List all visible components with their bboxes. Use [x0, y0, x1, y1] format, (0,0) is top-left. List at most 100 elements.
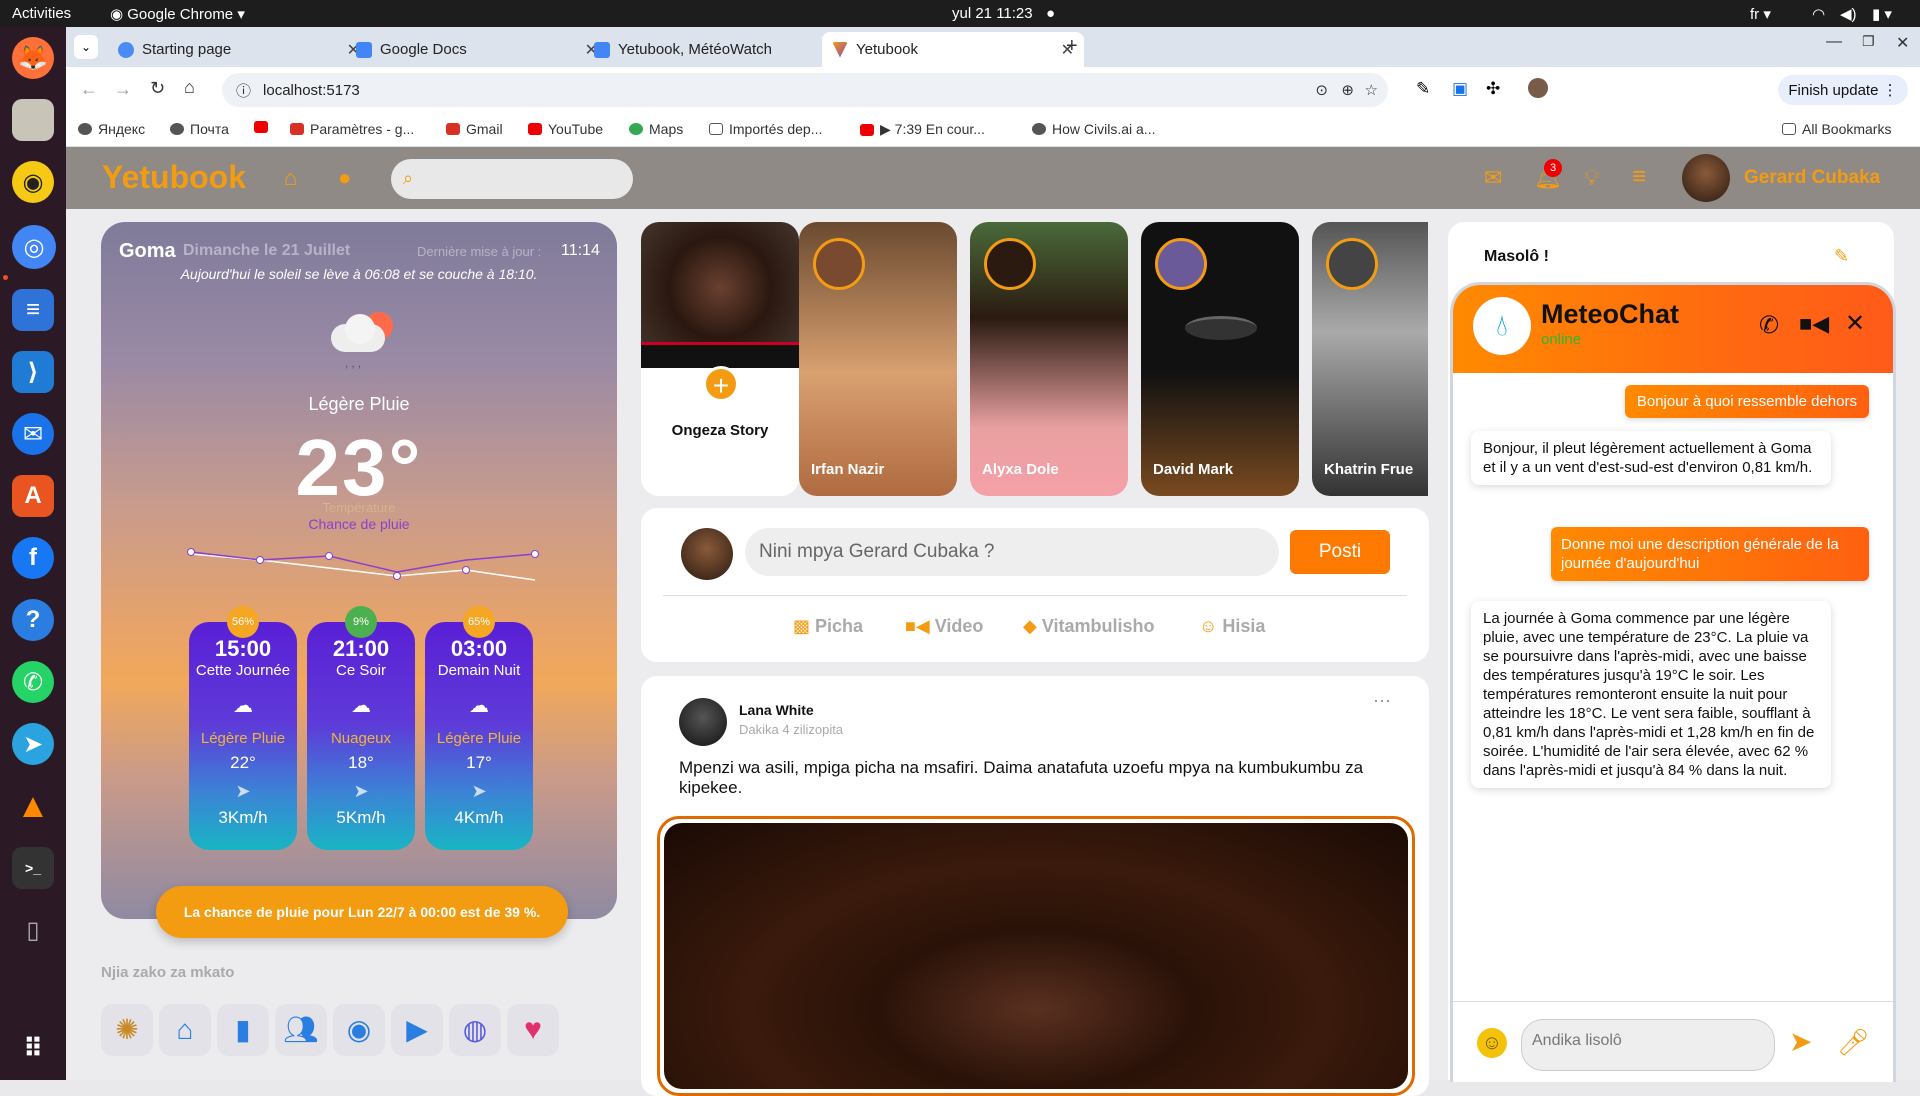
video-call-icon[interactable]: ■◀ [1799, 311, 1829, 337]
thunderbird-icon[interactable]: ✉ [12, 413, 54, 455]
microphone-icon[interactable]: 🎤︎ [1837, 1027, 1870, 1058]
post-button[interactable]: Posti [1290, 530, 1390, 574]
maximize-button[interactable]: ❐ [1862, 33, 1875, 50]
volume-icon[interactable]: ◀) [1840, 5, 1857, 23]
add-story-icon[interactable]: + [703, 366, 739, 402]
home-button[interactable]: ⌂ [184, 77, 195, 98]
wifi-icon[interactable]: ◠ [1812, 5, 1825, 23]
app-logo[interactable]: Yetubook [102, 159, 246, 196]
rhythmbox-icon[interactable]: ◉ [12, 161, 54, 203]
app-grid-icon[interactable]: ⠿ [12, 1027, 54, 1069]
close-chat-icon[interactable]: ✕ [1845, 309, 1865, 338]
bookmark-item[interactable]: YouTube [528, 121, 603, 137]
all-bookmarks[interactable]: All Bookmarks [1782, 121, 1891, 137]
post-options-icon[interactable]: ··· [1373, 690, 1391, 711]
new-tab-button[interactable]: + [1066, 35, 1078, 58]
address-bar[interactable]: ⓘ localhost:5173 ⊙ ⊕ ☆ [222, 73, 1388, 107]
vscode-icon[interactable]: ⟩ [12, 351, 54, 393]
bookmark-youtube-icon-only[interactable] [254, 121, 274, 133]
idea-icon[interactable]: 💡︎ [1584, 165, 1599, 191]
forward-button[interactable]: → [114, 79, 132, 100]
phone-icon[interactable]: ✆ [1759, 311, 1779, 340]
docs-icon[interactable]: ≡ [12, 289, 54, 331]
add-story-card[interactable]: + Ongeza Story [641, 222, 799, 496]
bookmark-item[interactable]: ▶ 7:39 En cour... [860, 121, 985, 138]
files-icon[interactable] [12, 99, 54, 141]
bookmark-item[interactable]: Gmail [446, 121, 503, 137]
heart-icon[interactable]: ♥ [507, 1004, 559, 1056]
tag-action[interactable]: ◆ Vitambulisho [1023, 616, 1155, 637]
gamepad-icon[interactable]: ◍ [449, 1004, 501, 1056]
profile-icon[interactable]: ● [338, 165, 351, 191]
bookmark-item[interactable]: Почта [170, 121, 229, 137]
puzzle-icon[interactable]: ✣ [1486, 79, 1500, 99]
terminal-icon[interactable]: >_ [12, 847, 54, 889]
user-name[interactable]: Gerard Cubaka [1744, 167, 1880, 189]
post-author-avatar[interactable] [679, 698, 727, 746]
forecast-card[interactable]: 03:00 Demain Nuit ☁ Légère Pluie 17° ➤ 4… [425, 622, 533, 850]
close-window-button[interactable]: ✕ [1896, 33, 1909, 53]
tab-google-docs[interactable]: Google Docs ✕ [346, 32, 608, 67]
tab-starting-page[interactable]: Starting page ✕ [108, 32, 370, 67]
usb-icon[interactable]: ▯ [12, 909, 54, 951]
chat-input[interactable]: Andika lisolô [1521, 1019, 1775, 1071]
activities-button[interactable]: Activities [12, 5, 71, 22]
tab-yetubook-meteowatch[interactable]: Yetubook, MétéoWatch✕ [584, 32, 846, 67]
bookmark-item[interactable]: Paramètres - g... [290, 121, 414, 137]
story-card[interactable]: Irfan Nazir [799, 222, 957, 496]
facebook-icon[interactable]: f [12, 537, 54, 579]
reload-button[interactable]: ↻ [150, 78, 165, 99]
minimize-button[interactable]: — [1826, 33, 1842, 51]
vlc-icon[interactable]: ▲ [12, 785, 54, 827]
edit-icon[interactable]: ✎ [1834, 246, 1849, 267]
home-icon[interactable]: ⌂ [284, 165, 297, 191]
story-card[interactable]: David Mark [1141, 222, 1299, 496]
finish-update-button[interactable]: Finish update ⋮ [1778, 75, 1908, 105]
back-button[interactable]: ← [80, 79, 98, 100]
clock[interactable]: yul 21 11:23 [952, 5, 1033, 22]
bookmark-item[interactable]: Maps [629, 121, 683, 137]
language-indicator[interactable]: fr ▾ [1750, 5, 1771, 23]
pen-extension-icon[interactable]: ✎ [1416, 79, 1430, 99]
tab-yetubook[interactable]: Yetubook ✕ [822, 32, 1084, 67]
feeling-action[interactable]: ☺ Hisia [1199, 616, 1265, 637]
forecast-card[interactable]: 15:00 Cette Journée ☁ Légère Pluie 22° ➤… [189, 622, 297, 850]
messages-icon[interactable]: ✉ [1484, 165, 1502, 191]
bookmark-item[interactable]: Яндекс [78, 121, 145, 137]
emoji-icon[interactable]: ☺ [1477, 1028, 1507, 1058]
store-icon[interactable]: ⌂ [159, 1004, 211, 1056]
people-icon[interactable]: 👥︎ [275, 1004, 327, 1056]
tab-search-button[interactable]: ⌄ [74, 35, 98, 59]
story-card[interactable]: Alyxa Dole [970, 222, 1128, 496]
site-info-icon[interactable]: ⓘ [236, 80, 251, 101]
firefox-icon[interactable]: 🦊 [12, 37, 54, 79]
search-input[interactable]: ⌕ [391, 159, 633, 199]
app-center-icon[interactable]: A [12, 475, 54, 517]
zoom-icon[interactable]: ⊕ [1341, 81, 1354, 99]
chart-icon[interactable]: ▮ [217, 1004, 269, 1056]
video-action[interactable]: ■◀ Video [905, 616, 983, 637]
user-avatar[interactable] [1682, 154, 1730, 202]
post-author[interactable]: Lana White [739, 702, 814, 718]
location-icon[interactable]: ⊙ [1315, 81, 1328, 99]
post-image[interactable] [664, 823, 1408, 1089]
profile-avatar[interactable] [1528, 78, 1548, 98]
story-card[interactable]: Khatrin Frue [1312, 222, 1428, 496]
telegram-icon[interactable]: ➤ [12, 723, 54, 765]
photo-action[interactable]: ▩ Picha [793, 616, 863, 637]
whatsapp-icon[interactable]: ✆ [12, 661, 54, 703]
extension-icon[interactable]: ▣ [1452, 79, 1468, 99]
video-icon[interactable]: ▶ [391, 1004, 443, 1056]
help-icon[interactable]: ? [12, 599, 54, 641]
forecast-card[interactable]: 21:00 Ce Soir ☁ Nuageux 18° ➤ 5Km/h [307, 622, 415, 850]
bookmark-item[interactable]: How Civils.ai a... [1032, 121, 1155, 137]
battery-icon[interactable]: ▮ ▾ [1872, 5, 1892, 23]
group-icon[interactable]: ◉ [333, 1004, 385, 1056]
composer-input[interactable]: Nini mpya Gerard Cubaka ? [745, 528, 1279, 576]
chrome-dock-icon[interactable]: ◎ [12, 225, 56, 269]
bookmark-folder[interactable]: Importés dep... [709, 121, 822, 137]
brain-icon[interactable]: ✺ [101, 1004, 153, 1056]
menu-icon[interactable]: ≡ [1632, 163, 1646, 191]
bookmark-star-icon[interactable]: ☆ [1365, 81, 1378, 99]
send-icon[interactable]: ➤ [1789, 1025, 1812, 1058]
